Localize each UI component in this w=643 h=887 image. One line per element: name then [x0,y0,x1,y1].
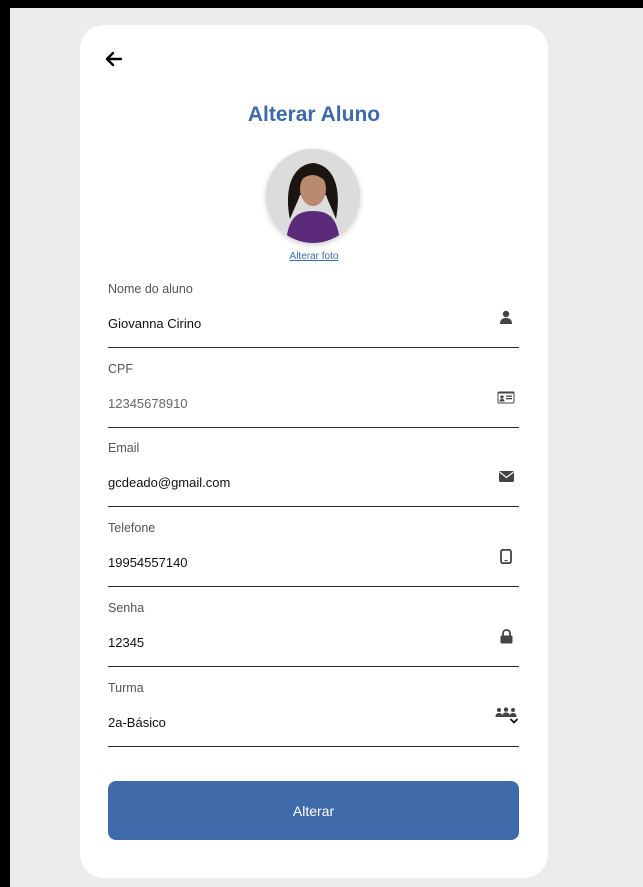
class-label: Turma [108,681,144,695]
name-input[interactable] [108,316,478,331]
email-label: Email [108,441,140,455]
change-photo-link[interactable]: Alterar foto [80,251,548,262]
id-card-icon [497,388,515,406]
email-field: Email [108,441,519,507]
email-input[interactable] [108,475,478,490]
group-icon[interactable] [495,707,519,725]
page-title: Alterar Aluno [247,103,381,126]
student-avatar [266,149,360,243]
password-label: Senha [108,601,145,615]
lock-icon [497,627,515,645]
phone-label: Telefone [108,521,156,535]
class-select[interactable]: 2a-Básico [108,715,478,730]
mobile-phone-icon [497,547,515,565]
name-field: Nome do aluno [108,282,519,348]
arrow-left-icon [105,51,123,67]
phone-field: Telefone [108,521,519,587]
class-field[interactable]: Turma 2a-Básico [108,681,519,747]
password-field: Senha [108,601,519,667]
person-icon [497,308,515,326]
submit-button[interactable]: Alterar [108,781,519,840]
cpf-label: CPF [108,362,133,376]
name-label: Nome do aluno [108,282,193,296]
app-viewport: Alterar Aluno Alterar foto Nome do aluno [10,8,643,887]
envelope-icon [497,467,515,485]
phone-input[interactable] [108,555,478,570]
cpf-input[interactable] [108,396,478,411]
password-input[interactable] [108,635,478,650]
form-card: Alterar Aluno Alterar foto Nome do aluno [80,25,548,878]
cpf-field: CPF [108,362,519,428]
back-button[interactable] [102,47,126,71]
